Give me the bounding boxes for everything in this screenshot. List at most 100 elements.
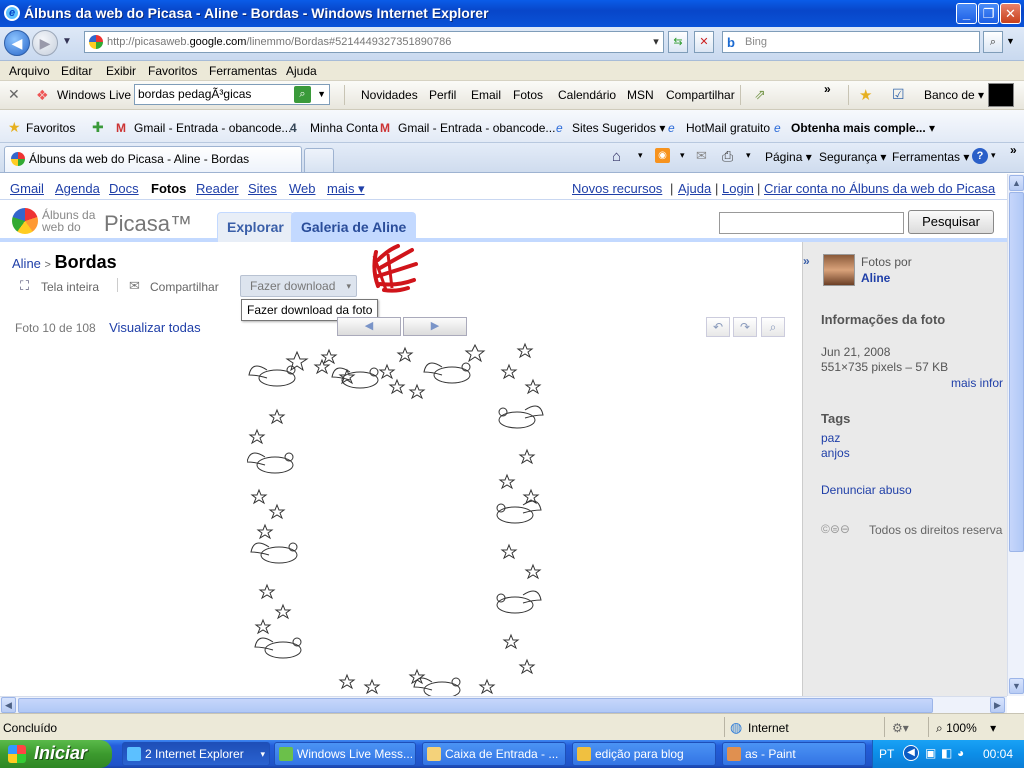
gbar-agenda[interactable]: Agenda bbox=[55, 181, 100, 196]
color-swatch[interactable] bbox=[988, 83, 1014, 107]
live-link-calendario[interactable]: Calendário bbox=[558, 88, 616, 102]
address-input[interactable]: http://picasaweb.google.com/linemmo/Bord… bbox=[84, 31, 664, 53]
live-link-perfil[interactable]: Perfil bbox=[429, 88, 456, 102]
address-dropdown-icon[interactable]: ▾ bbox=[646, 32, 666, 52]
tray-network-icon[interactable]: ▣ bbox=[925, 746, 936, 760]
close-toolbar-icon[interactable]: ✕ bbox=[8, 86, 20, 103]
gbar-gmail[interactable]: Gmail bbox=[10, 181, 44, 196]
tray-speaker-icon[interactable]: ◧ bbox=[941, 746, 952, 760]
stop-icon[interactable]: ✕ bbox=[694, 31, 714, 53]
menu-ajuda[interactable]: Ajuda bbox=[286, 64, 317, 78]
add-favorite-icon[interactable]: ✚ bbox=[92, 119, 104, 136]
gbar-criar-conta[interactable]: Criar conta no Álbuns da web do Picasa bbox=[764, 181, 995, 196]
more-chevron-icon[interactable]: » bbox=[824, 82, 831, 96]
live-link-novidades[interactable]: Novidades bbox=[361, 88, 418, 102]
fav-minha-conta[interactable]: Minha Conta bbox=[310, 121, 378, 135]
zoom-icon[interactable]: ⌕ bbox=[761, 317, 785, 337]
live-search-icon[interactable]: ⌕ bbox=[294, 86, 311, 103]
back-button[interactable]: ◀ bbox=[4, 30, 30, 56]
report-abuse-link[interactable]: Denunciar abuso bbox=[821, 483, 912, 497]
compartilhar-link[interactable]: Compartilhar bbox=[150, 280, 219, 294]
close-button[interactable]: ✕ bbox=[1000, 3, 1021, 24]
menu-favoritos[interactable]: Favoritos bbox=[148, 64, 197, 78]
avatar[interactable] bbox=[823, 254, 855, 286]
search-input[interactable]: b Bing bbox=[722, 31, 980, 53]
share-icon[interactable]: ⇗ bbox=[754, 86, 766, 103]
more-info-link[interactable]: mais infor bbox=[951, 376, 1003, 390]
zoom-control[interactable]: ⌕ 100% ▾ bbox=[936, 721, 996, 736]
scroll-right-icon[interactable]: ▶ bbox=[990, 697, 1005, 713]
home-dropdown-icon[interactable]: ▾ bbox=[638, 150, 643, 161]
task-edicao-blog[interactable]: edição para blog bbox=[572, 742, 716, 766]
scroll-up-icon[interactable]: ▲ bbox=[1009, 175, 1024, 191]
gbar-mais[interactable]: mais ▾ bbox=[327, 181, 365, 197]
favorites-star-icon[interactable]: ★ bbox=[859, 86, 872, 104]
gbar-login[interactable]: Login bbox=[722, 181, 754, 196]
tray-expand-icon[interactable]: ◀ bbox=[903, 745, 919, 761]
fav-obtenha[interactable]: Obtenha mais comple... ▾ bbox=[791, 121, 935, 135]
vertical-scroll-thumb[interactable] bbox=[1009, 192, 1024, 552]
tag-paz[interactable]: paz bbox=[821, 431, 840, 445]
search-icon[interactable]: ⌕ bbox=[983, 31, 1003, 53]
menu-arquivo[interactable]: Arquivo bbox=[9, 64, 50, 78]
maximize-button[interactable]: ❐ bbox=[978, 3, 999, 24]
forward-button[interactable]: ▶ bbox=[32, 30, 58, 56]
tag-anjos[interactable]: anjos bbox=[821, 446, 850, 460]
download-button[interactable]: Fazer download ▾ bbox=[240, 275, 357, 297]
task-internet-explorer[interactable]: 2 Internet Explorer ▾ bbox=[122, 742, 270, 766]
fav-gmail-1[interactable]: Gmail - Entrada - obancode... bbox=[134, 121, 291, 135]
rss-dropdown-icon[interactable]: ▾ bbox=[680, 150, 685, 161]
print-icon[interactable]: ⎙ bbox=[722, 148, 733, 165]
fav-sites-sugeridos[interactable]: Sites Sugeridos ▾ bbox=[572, 121, 665, 135]
live-search-input[interactable]: bordas pedagÃ³gicas ⌕ ▼ bbox=[134, 84, 330, 105]
protected-mode-icon[interactable]: ⚙▾ bbox=[892, 721, 909, 735]
menu-editar[interactable]: Editar bbox=[61, 64, 92, 78]
gbar-fotos[interactable]: Fotos bbox=[151, 181, 186, 196]
print-dropdown-icon[interactable]: ▾ bbox=[746, 150, 751, 161]
horizontal-scrollbar[interactable]: ◀ ▶ bbox=[0, 696, 1007, 713]
gbar-novos-recursos[interactable]: Novos recursos bbox=[572, 181, 662, 196]
help-dropdown-icon[interactable]: ▾ bbox=[991, 150, 996, 161]
checkbox-icon[interactable]: ☑ bbox=[892, 86, 905, 103]
windows-live-label[interactable]: Windows Live bbox=[57, 88, 131, 102]
live-link-fotos[interactable]: Fotos bbox=[513, 88, 543, 102]
picasa-search-input[interactable] bbox=[719, 212, 904, 234]
gbar-web[interactable]: Web bbox=[289, 181, 316, 196]
fav-hotmail[interactable]: HotMail gratuito bbox=[686, 121, 770, 135]
refresh-icon[interactable]: ⇆ bbox=[668, 31, 688, 53]
menu-pagina[interactable]: Página ▾ bbox=[765, 150, 812, 164]
tab-picasa[interactable]: Álbuns da web do Picasa - Aline - Bordas bbox=[4, 146, 302, 172]
menu-ferramentas[interactable]: Ferramentas bbox=[209, 64, 277, 78]
minimize-button[interactable]: _ bbox=[956, 3, 977, 24]
scroll-down-icon[interactable]: ▼ bbox=[1009, 678, 1024, 694]
rotate-left-icon[interactable]: ↶ bbox=[706, 317, 730, 337]
crumb-user-link[interactable]: Aline bbox=[12, 256, 41, 271]
tab-explorar[interactable]: Explorar bbox=[217, 212, 294, 242]
rotate-right-icon[interactable]: ↷ bbox=[733, 317, 757, 337]
help-icon[interactable]: ? bbox=[972, 148, 988, 164]
rss-icon[interactable]: ◉ bbox=[655, 148, 670, 163]
live-link-msn[interactable]: MSN bbox=[627, 88, 654, 102]
search-options-icon[interactable]: ▼ bbox=[1006, 36, 1015, 46]
menu-seguranca[interactable]: Segurança ▾ bbox=[819, 150, 886, 164]
task-caixa-entrada[interactable]: Caixa de Entrada - ... bbox=[422, 742, 566, 766]
next-photo-button[interactable]: ▶ bbox=[403, 317, 467, 336]
favorites-button[interactable]: Favoritos bbox=[26, 121, 75, 135]
horizontal-scroll-thumb[interactable] bbox=[18, 698, 933, 713]
tab-galeria[interactable]: Galeria de Aline bbox=[291, 212, 417, 242]
visualizar-todas-link[interactable]: Visualizar todas bbox=[109, 320, 201, 335]
fav-gmail-2[interactable]: Gmail - Entrada - obancode... bbox=[398, 121, 555, 135]
new-tab-button[interactable] bbox=[304, 148, 334, 172]
language-indicator[interactable]: PT bbox=[879, 747, 894, 761]
live-search-dropdown-icon[interactable]: ▼ bbox=[317, 85, 326, 104]
prev-photo-button[interactable]: ◀ bbox=[337, 317, 401, 336]
tela-inteira-link[interactable]: Tela inteira bbox=[41, 280, 99, 294]
live-link-compartilhar[interactable]: Compartilhar bbox=[666, 88, 735, 102]
mail-icon[interactable]: ✉ bbox=[696, 148, 707, 164]
banco-dropdown[interactable]: Banco de ▾ bbox=[924, 88, 984, 102]
gbar-ajuda[interactable]: Ajuda bbox=[678, 181, 711, 196]
pesquisar-button[interactable]: Pesquisar bbox=[908, 210, 994, 234]
collapse-panel-icon[interactable]: » bbox=[803, 254, 810, 268]
start-button[interactable]: Iniciar bbox=[0, 740, 112, 768]
owner-link[interactable]: Aline bbox=[861, 271, 890, 285]
